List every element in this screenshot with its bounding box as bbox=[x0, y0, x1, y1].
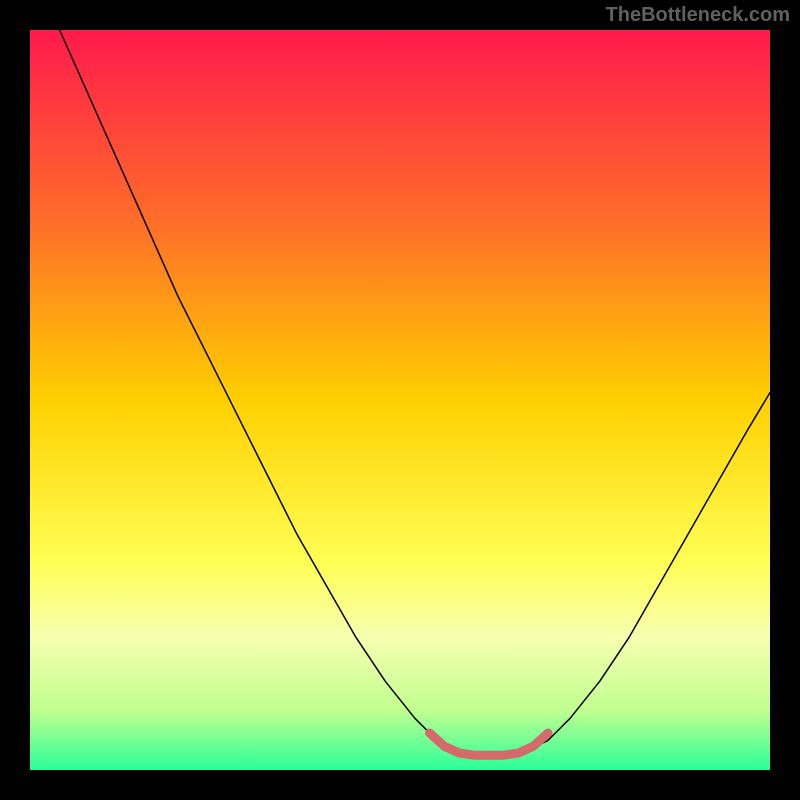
chart-background bbox=[30, 30, 770, 770]
attribution-text: TheBottleneck.com bbox=[606, 4, 790, 27]
bottleneck-chart bbox=[30, 30, 770, 770]
